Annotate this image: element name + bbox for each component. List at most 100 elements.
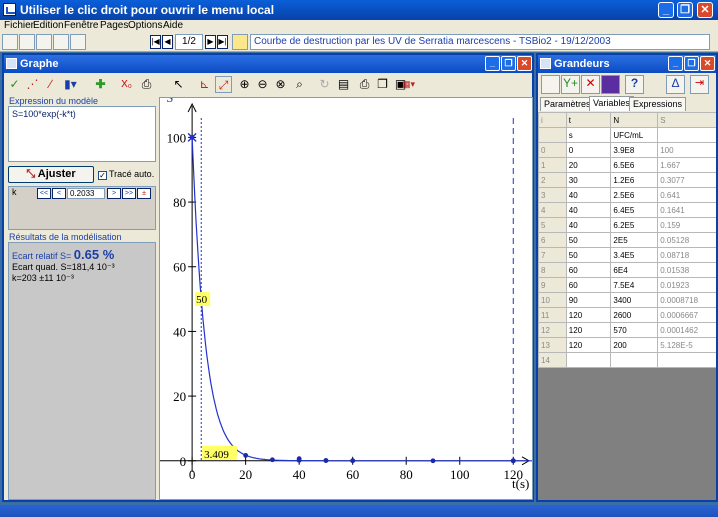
variable-icon[interactable] — [541, 75, 560, 94]
table-cell[interactable] — [565, 352, 612, 368]
table-cell[interactable]: 5.128E-5 — [657, 337, 716, 353]
page-indicator[interactable]: 1/2 — [175, 34, 203, 50]
options-icon[interactable]: ▦▾ — [400, 76, 417, 93]
table-cell[interactable]: 60 — [565, 262, 612, 278]
table-cell[interactable]: 570 — [610, 322, 659, 338]
scatter-model-icon[interactable]: ⋰ — [24, 76, 41, 93]
table-icon[interactable] — [19, 34, 35, 50]
table-cell[interactable]: 40 — [565, 217, 612, 233]
line-model-icon[interactable]: ∕ — [42, 76, 59, 93]
table-cell[interactable]: 0.01538 — [657, 262, 716, 278]
table-cell[interactable]: 3.4E5 — [610, 247, 659, 263]
tab-parametres[interactable]: Paramètres — [540, 97, 595, 111]
table-cell[interactable]: 30 — [565, 172, 612, 188]
grid-icon[interactable] — [70, 34, 86, 50]
table-cell[interactable]: 0.1641 — [657, 202, 716, 218]
check-icon[interactable]: ✓ — [6, 76, 23, 93]
grandeurs-minimize-button[interactable]: _ — [668, 56, 683, 71]
table-cell[interactable]: 120 — [565, 337, 612, 353]
tab-variables[interactable]: Variables — [589, 96, 634, 111]
save-icon[interactable] — [2, 34, 18, 50]
close-button[interactable]: ✕ — [697, 2, 713, 18]
table-cell[interactable]: 0.0001462 — [657, 322, 716, 338]
add-model-icon[interactable]: ✚ — [92, 76, 109, 93]
table-cell[interactable]: 0.3077 — [657, 172, 716, 188]
grandeurs-maximize-button[interactable]: ❐ — [684, 56, 699, 71]
refresh-icon[interactable]: ↻ — [316, 76, 333, 93]
histogram-icon[interactable] — [53, 34, 69, 50]
table-cell[interactable]: 3400 — [610, 292, 659, 308]
variables-grid[interactable]: i t N Ss UFC/mL 0 0 3.9E8 100 1 20 6.5E6 1.667 2 30 1.2… — [538, 112, 716, 500]
table-cell[interactable]: 0.08718 — [657, 247, 716, 263]
exit-icon[interactable]: ⇥ — [690, 75, 709, 94]
table-cell[interactable] — [657, 352, 716, 368]
delete-model-icon[interactable]: X₀ — [118, 76, 135, 93]
param-value-input[interactable]: 0.2033 — [67, 188, 105, 199]
menu-fichier[interactable]: Fichier — [4, 20, 34, 31]
menu-fenetre[interactable]: Fenêtre — [64, 20, 98, 31]
table-cell[interactable]: 20 — [565, 157, 612, 173]
chart-svg[interactable]: St(s)020406080100020406080100120503.409 — [160, 90, 532, 499]
maximize-button[interactable]: ❐ — [677, 2, 693, 18]
prev-page-button[interactable]: ◀ — [162, 35, 173, 49]
menu-edition[interactable]: Edition — [33, 20, 64, 31]
column-unit[interactable] — [657, 127, 716, 143]
table-cell[interactable]: 2600 — [610, 307, 659, 323]
cursor-icon[interactable]: ↖ — [170, 76, 187, 93]
plot-area[interactable]: St(s)020406080100020406080100120503.409 — [159, 90, 533, 500]
table-cell[interactable] — [610, 352, 659, 368]
menu-pages[interactable]: Pages — [100, 20, 128, 31]
decrease-fast-button[interactable]: << — [37, 188, 51, 199]
table-cell[interactable]: 0.05128 — [657, 232, 716, 248]
table-cell[interactable]: 0.0006667 — [657, 307, 716, 323]
document-title-field[interactable]: Courbe de destruction par les UV de Serr… — [250, 34, 710, 50]
zoom-in-icon[interactable]: ⊕ — [236, 76, 253, 93]
graphe-close-button[interactable]: ✕ — [517, 56, 532, 71]
table-cell[interactable]: 0.01923 — [657, 277, 716, 293]
zoom-window-icon[interactable]: ⌕ — [291, 76, 308, 93]
table-cell[interactable]: 0.0008718 — [657, 292, 716, 308]
minimize-button[interactable]: _ — [658, 2, 674, 18]
graphe-minimize-button[interactable]: _ — [485, 56, 500, 71]
table-cell[interactable]: 6E4 — [610, 262, 659, 278]
next-page-button[interactable]: ▶ — [205, 35, 216, 49]
table-cell[interactable]: 1.667 — [657, 157, 716, 173]
copy-icon[interactable]: ❐ — [374, 76, 391, 93]
column-unit[interactable]: s — [565, 127, 612, 143]
table-cell[interactable]: 50 — [565, 232, 612, 248]
tab-expressions[interactable]: Expressions — [629, 97, 687, 111]
graph-icon[interactable] — [36, 34, 52, 50]
column-header[interactable]: N — [610, 112, 659, 128]
zoom-out-icon[interactable]: ⊖ — [254, 76, 271, 93]
expression-input[interactable]: S=100*exp(-k*t) — [8, 106, 156, 162]
column-unit[interactable] — [538, 127, 567, 143]
menu-options[interactable]: Options — [128, 20, 162, 31]
table-cell[interactable]: 120 — [565, 322, 612, 338]
delta-icon[interactable]: Δ — [666, 75, 685, 94]
table-cell[interactable]: 6.5E6 — [610, 157, 659, 173]
text-icon[interactable]: ▤ — [335, 76, 352, 93]
table-cell[interactable]: 90 — [565, 292, 612, 308]
table-cell[interactable]: 2.5E6 — [610, 187, 659, 203]
help-icon[interactable]: ? — [625, 75, 644, 94]
graphe-maximize-button[interactable]: ❐ — [501, 56, 516, 71]
model-chooser-icon[interactable]: ▮▾ — [62, 76, 79, 93]
table-cell[interactable]: 0.641 — [657, 187, 716, 203]
column-header[interactable]: S — [657, 112, 716, 128]
menu-aide[interactable]: Aide — [163, 20, 183, 31]
tangent-icon[interactable]: ⤢ — [215, 76, 232, 93]
first-page-button[interactable]: |◀ — [150, 35, 161, 49]
zoom-reset-icon[interactable]: ⊗ — [272, 76, 289, 93]
page-settings-icon[interactable] — [232, 34, 248, 50]
table-cell[interactable]: 2E5 — [610, 232, 659, 248]
table-cell[interactable]: 100 — [657, 142, 716, 158]
variables-table[interactable]: i t N Ss UFC/mL 0 0 3.9E8 100 1 20 6.5E6 1.667 2 30 1.2… — [538, 112, 716, 368]
table-cell[interactable]: 6.2E5 — [610, 217, 659, 233]
increase-fast-button[interactable]: >> — [122, 188, 136, 199]
table-cell[interactable]: 7.5E4 — [610, 277, 659, 293]
delete-variable-icon[interactable]: ✕ — [581, 75, 600, 94]
table-cell[interactable]: 200 — [610, 337, 659, 353]
table-cell[interactable]: 40 — [565, 202, 612, 218]
table-cell[interactable]: 40 — [565, 187, 612, 203]
add-variable-icon[interactable]: Y+ — [561, 75, 580, 94]
